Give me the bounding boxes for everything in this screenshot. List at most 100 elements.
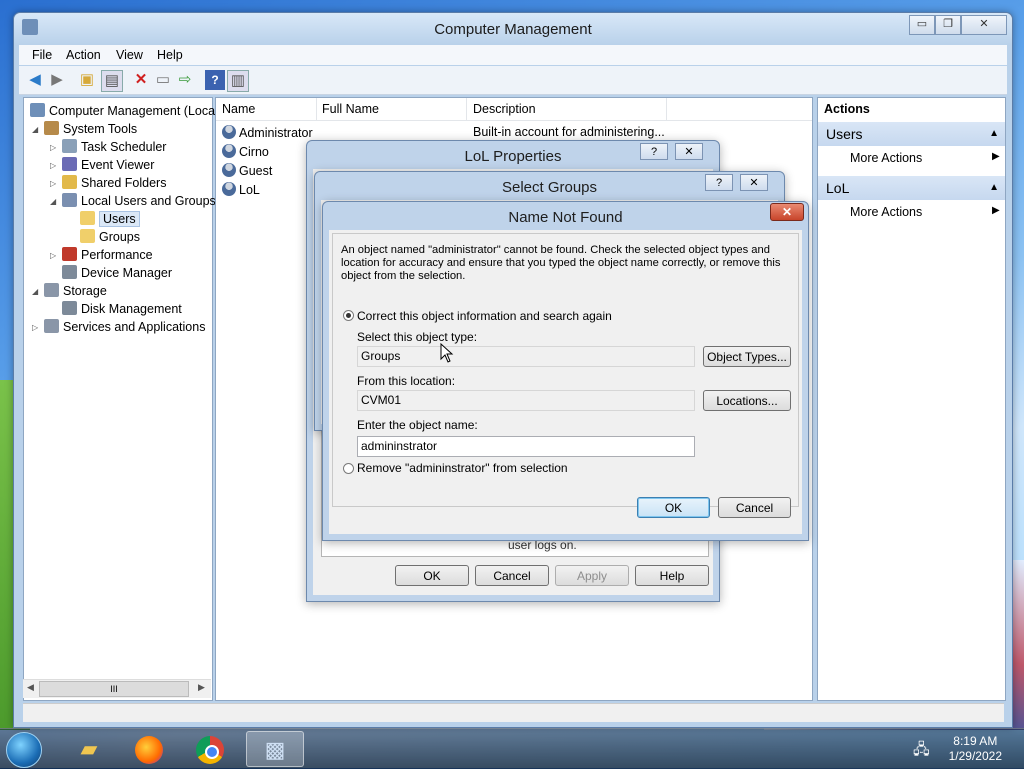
expand-arrow-icon[interactable]: ▷ bbox=[32, 323, 38, 332]
collapse-arrow-icon[interactable]: ◢ bbox=[32, 125, 38, 134]
clock-date: 1/29/2022 bbox=[948, 749, 1002, 763]
column-divider[interactable] bbox=[666, 98, 667, 120]
collapse-arrow-icon[interactable]: ◢ bbox=[32, 287, 38, 296]
collapse-icon[interactable]: ▲ bbox=[989, 122, 999, 146]
tree-horizontal-scrollbar[interactable]: ◀ III ▶ bbox=[23, 679, 211, 698]
user-name: Guest bbox=[239, 164, 273, 178]
tree-item-label: Performance bbox=[81, 248, 153, 262]
tree-item[interactable]: Services and Applications bbox=[44, 318, 205, 336]
column-description[interactable]: Description bbox=[473, 102, 536, 116]
object-name-input[interactable]: admininstrator bbox=[357, 436, 695, 457]
show-hide-tree-icon[interactable]: ▤ bbox=[101, 70, 123, 92]
menu-action[interactable]: Action bbox=[66, 48, 101, 62]
tree-item-label: Users bbox=[99, 211, 140, 227]
menu-file[interactable]: File bbox=[32, 48, 52, 62]
collapse-arrow-icon[interactable]: ◢ bbox=[50, 197, 56, 206]
cancel-button[interactable]: Cancel bbox=[475, 565, 549, 586]
taskbar: ▰ ▩ 🖧 8:19 AM 1/29/2022 bbox=[0, 728, 1024, 769]
tree-item[interactable]: Disk Management bbox=[62, 300, 182, 318]
tree-item[interactable]: Groups bbox=[80, 228, 140, 246]
help-button[interactable]: ? bbox=[640, 143, 668, 160]
scrollbar-thumb[interactable]: III bbox=[39, 681, 189, 697]
tree-item[interactable]: Task Scheduler bbox=[62, 138, 166, 156]
clock[interactable]: 8:19 AM 1/29/2022 bbox=[949, 734, 1002, 764]
column-divider[interactable] bbox=[466, 98, 467, 120]
user-icon bbox=[222, 144, 236, 158]
close-button[interactable]: ✕ bbox=[961, 15, 1007, 35]
tree-item[interactable]: Event Viewer bbox=[62, 156, 154, 174]
ok-button[interactable]: OK bbox=[395, 565, 469, 586]
location-field: CVM01 bbox=[357, 390, 695, 411]
column-divider[interactable] bbox=[316, 98, 317, 120]
folder-up-icon[interactable]: ▣ bbox=[77, 70, 97, 90]
option-remove-label[interactable]: Remove "admininstrator" from selection bbox=[357, 461, 568, 475]
folder-icon bbox=[80, 229, 95, 243]
file-explorer-icon[interactable]: ▰ bbox=[60, 731, 118, 767]
network-icon[interactable]: 🖧 bbox=[913, 739, 930, 764]
restore-button[interactable]: ❐ bbox=[935, 15, 961, 35]
more-actions-lol[interactable]: More Actions bbox=[850, 205, 922, 219]
expand-arrow-icon[interactable]: ▷ bbox=[50, 179, 56, 188]
minimize-button[interactable]: ▭ bbox=[909, 15, 935, 35]
help-icon[interactable]: ? bbox=[205, 70, 225, 90]
properties-icon[interactable]: ▭ bbox=[153, 70, 173, 90]
show-hide-action-pane-icon[interactable]: ▥ bbox=[227, 70, 249, 92]
device-manager-icon bbox=[62, 265, 77, 279]
close-button[interactable]: ✕ bbox=[770, 203, 804, 221]
firefox-icon[interactable] bbox=[121, 731, 179, 767]
tree-item-label: Disk Management bbox=[81, 302, 182, 316]
scroll-right-icon[interactable]: ▶ bbox=[198, 682, 205, 693]
tree-item-label: Shared Folders bbox=[81, 176, 167, 190]
table-row[interactable]: Administrator bbox=[222, 125, 313, 140]
forward-arrow-icon[interactable]: ▶ bbox=[47, 70, 67, 90]
scroll-left-icon[interactable]: ◀ bbox=[27, 682, 34, 693]
table-row[interactable]: Cirno bbox=[222, 144, 269, 159]
tree-item[interactable]: Storage bbox=[44, 282, 107, 300]
tree-item[interactable]: Computer Management (Local bbox=[30, 102, 218, 120]
collapse-icon[interactable]: ▲ bbox=[989, 176, 999, 200]
tree-item[interactable]: Device Manager bbox=[62, 264, 172, 282]
column-full-name[interactable]: Full Name bbox=[322, 102, 379, 116]
export-icon[interactable]: ⇨ bbox=[175, 70, 195, 90]
more-actions-users[interactable]: More Actions bbox=[850, 151, 922, 165]
actions-section-users[interactable]: Users ▲ bbox=[818, 122, 1005, 146]
storage-icon bbox=[44, 283, 59, 297]
table-row[interactable]: Guest bbox=[222, 163, 272, 178]
help-button[interactable]: Help bbox=[635, 565, 709, 586]
close-button[interactable]: ✕ bbox=[675, 143, 703, 160]
tree-item-label: Computer Management (Local bbox=[49, 104, 218, 118]
tree-item-label: Event Viewer bbox=[81, 158, 155, 172]
delete-icon[interactable]: ✕ bbox=[131, 70, 151, 90]
expand-arrow-icon[interactable]: ▷ bbox=[50, 143, 56, 152]
option-correct-label[interactable]: Correct this object information and sear… bbox=[357, 309, 612, 323]
radio-correct-object[interactable] bbox=[343, 310, 354, 321]
disk-management-icon bbox=[62, 301, 77, 315]
column-name[interactable]: Name bbox=[222, 102, 255, 116]
close-button[interactable]: ✕ bbox=[740, 174, 768, 191]
menu-view[interactable]: View bbox=[116, 48, 143, 62]
tree-item[interactable]: Local Users and Groups bbox=[62, 192, 216, 210]
chrome-icon[interactable] bbox=[182, 731, 240, 767]
expand-arrow-icon[interactable]: ▷ bbox=[50, 251, 56, 260]
tree-item[interactable]: Users bbox=[80, 210, 140, 228]
object-types-button[interactable]: Object Types... bbox=[703, 346, 791, 367]
tree-item[interactable]: Shared Folders bbox=[62, 174, 166, 192]
cancel-button[interactable]: Cancel bbox=[718, 497, 791, 518]
computer-management-app-icon[interactable]: ▩ bbox=[246, 731, 304, 767]
help-button[interactable]: ? bbox=[705, 174, 733, 191]
apply-button[interactable]: Apply bbox=[555, 565, 629, 586]
tree-item[interactable]: System Tools bbox=[44, 120, 137, 138]
actions-section-lol[interactable]: LoL ▲ bbox=[818, 176, 1005, 200]
locations-button[interactable]: Locations... bbox=[703, 390, 791, 411]
ok-button[interactable]: OK bbox=[637, 497, 710, 518]
tree-item[interactable]: Performance bbox=[62, 246, 153, 264]
start-button[interactable] bbox=[6, 732, 42, 768]
radio-remove-object[interactable] bbox=[343, 463, 354, 474]
event-viewer-icon bbox=[62, 157, 77, 171]
menu-help[interactable]: Help bbox=[157, 48, 183, 62]
expand-arrow-icon[interactable]: ▷ bbox=[50, 161, 56, 170]
title-bar[interactable]: Computer Management ▭ ❐ ✕ bbox=[14, 13, 1012, 45]
table-row[interactable]: LoL bbox=[222, 182, 260, 197]
user-name: Administrator bbox=[239, 126, 313, 140]
back-arrow-icon[interactable]: ◀ bbox=[25, 70, 45, 90]
